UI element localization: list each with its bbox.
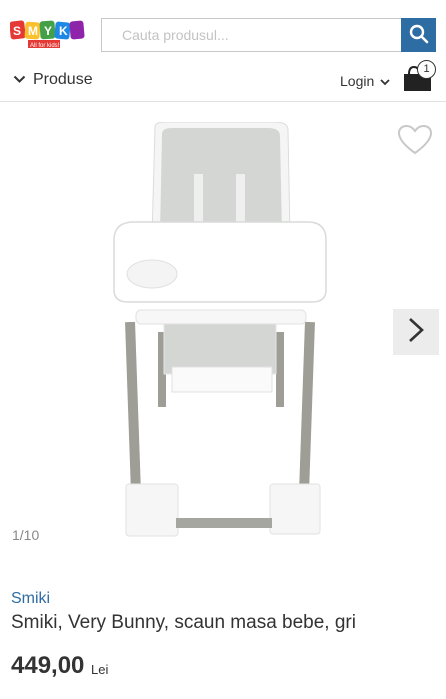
product-title: Smiki, Very Bunny, scaun masa bebe, gri <box>11 612 356 633</box>
search-icon <box>409 24 429 47</box>
product-image-high-chair[interactable] <box>100 121 340 542</box>
wishlist-heart-icon[interactable] <box>397 124 433 156</box>
login-label: Login <box>340 73 375 89</box>
cart-count-badge: 1 <box>417 60 436 79</box>
svg-text:S: S <box>13 24 21 38</box>
svg-text:All for kids!: All for kids! <box>30 43 60 49</box>
svg-text:Y: Y <box>44 24 52 38</box>
top-bar: S M Y K All for kids! <box>0 0 446 64</box>
svg-text:M: M <box>28 24 38 38</box>
products-menu[interactable]: Produse <box>13 71 93 89</box>
smyk-logo[interactable]: S M Y K All for kids! <box>9 19 86 49</box>
gallery-next-button[interactable] <box>393 309 439 355</box>
chevron-right-icon <box>407 317 425 348</box>
gallery-counter: 1/10 <box>12 527 40 543</box>
product-brand-link[interactable]: Smiki <box>11 590 50 608</box>
login-menu[interactable]: Login <box>340 73 390 89</box>
price-currency: Lei <box>91 662 109 677</box>
nav-bar: Produse Login <box>0 64 446 102</box>
search-input[interactable] <box>101 18 401 52</box>
search-button[interactable] <box>401 18 436 52</box>
products-menu-label: Produse <box>33 71 93 88</box>
product-price: 449,00 <box>11 652 85 679</box>
chevron-down-icon <box>13 71 26 89</box>
shopping-bag-icon <box>401 65 439 98</box>
chevron-down-icon <box>380 73 390 89</box>
svg-text:K: K <box>59 24 68 38</box>
